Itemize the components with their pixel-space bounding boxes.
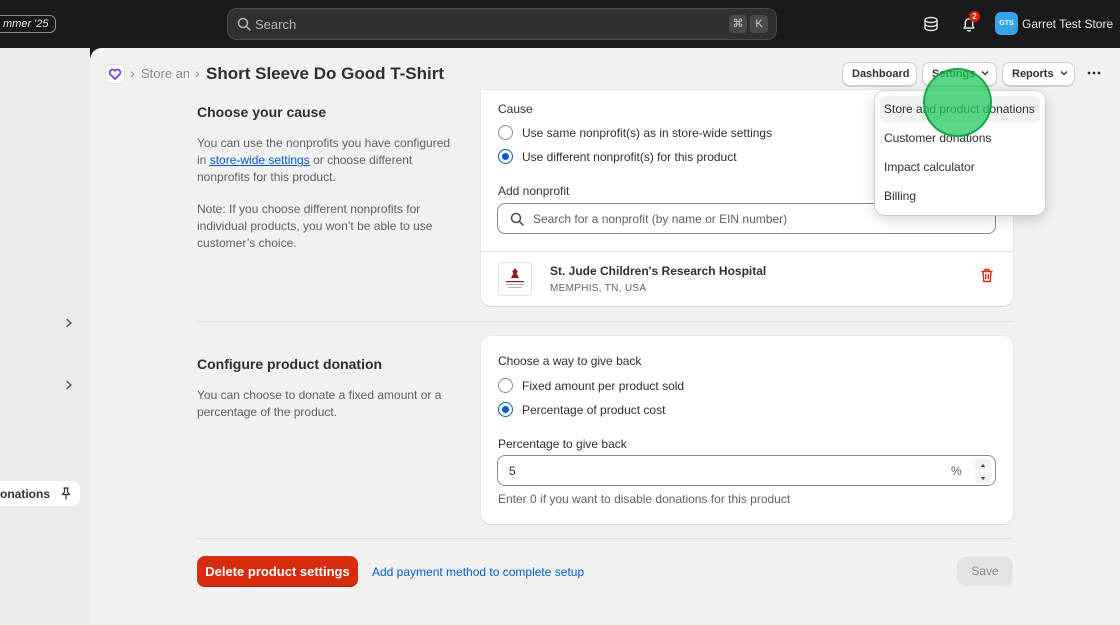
section-divider — [197, 538, 1013, 539]
breadcrumb-separator: › — [130, 65, 135, 81]
radio-percentage-label[interactable]: Percentage of product cost — [522, 403, 665, 417]
shortcut-cmd-key: ⌘ — [729, 15, 747, 33]
cause-label: Cause — [498, 102, 533, 116]
delete-trash-icon[interactable] — [980, 268, 994, 283]
menu-item-billing[interactable]: Billing — [880, 183, 1040, 209]
chevron-down-icon — [1060, 71, 1068, 76]
radio-same-nonprofits-label[interactable]: Use same nonprofit(s) as in store-wide s… — [522, 126, 772, 140]
percentage-value: 5 — [509, 464, 516, 478]
percentage-label: Percentage to give back — [498, 437, 627, 451]
reports-button[interactable]: Reports — [1002, 62, 1075, 86]
search-placeholder: Search — [255, 17, 297, 32]
menu-item-store-product-donations[interactable]: Store and product donations — [880, 96, 1040, 122]
left-navigation: onations — [0, 48, 90, 625]
radio-fixed-amount-label[interactable]: Fixed amount per product sold — [522, 379, 684, 393]
donation-section-title: Configure product donation — [197, 356, 383, 372]
page-title: Short Sleeve Do Good T-Shirt — [206, 64, 445, 83]
st-jude-logo-icon — [506, 268, 524, 288]
reports-button-label: Reports — [1012, 68, 1054, 80]
notification-count-badge: 2 — [969, 11, 980, 22]
settings-button-label: Settings — [932, 68, 976, 80]
percentage-input[interactable]: 5 % — [497, 455, 996, 486]
delete-product-settings-button[interactable]: Delete product settings — [197, 556, 358, 587]
cause-section-description: You can use the nonprofits you have conf… — [197, 135, 457, 186]
give-back-label: Choose a way to give back — [498, 354, 642, 368]
chevron-right-icon[interactable] — [64, 318, 74, 328]
donation-card: Choose a way to give back Fixed amount p… — [481, 336, 1013, 524]
stepper-up[interactable] — [975, 459, 991, 470]
section-divider — [197, 321, 1013, 322]
store-name[interactable]: Garret Test Store — [1022, 17, 1113, 31]
nonprofit-name: St. Jude Children's Research Hospital — [550, 264, 767, 278]
cause-section-note: Note: If you choose different nonprofits… — [197, 202, 433, 250]
radio-fixed-amount[interactable] — [498, 378, 513, 393]
donation-section-description: You can choose to donate a fixed amount … — [197, 388, 442, 419]
card-divider — [481, 251, 1013, 252]
dashboard-button-label: Dashboard — [852, 68, 910, 80]
menu-item-customer-donations[interactable]: Customer donations — [880, 125, 1040, 151]
store-wide-settings-link[interactable]: store-wide settings — [210, 153, 310, 167]
app-logo[interactable] — [105, 64, 125, 84]
search-icon — [510, 212, 524, 226]
settings-dropdown-menu: Store and product donations Customer don… — [875, 91, 1045, 215]
nonprofit-search-placeholder: Search for a nonprofit (by name or EIN n… — [533, 212, 788, 226]
nav-item-donations[interactable]: onations — [0, 481, 80, 506]
nonprofit-location: MEMPHIS, TN, USA — [550, 283, 647, 294]
store-icon[interactable] — [922, 15, 940, 33]
store-avatar[interactable]: GTS — [995, 12, 1018, 35]
top-bar: mmer '25 Search ⌘ K 2 GTS Garret Test St… — [0, 0, 1120, 48]
percentage-help-text: Enter 0 if you want to disable donations… — [498, 492, 791, 506]
dashboard-button[interactable]: Dashboard — [842, 62, 917, 86]
radio-different-nonprofits-label[interactable]: Use different nonprofit(s) for this prod… — [522, 150, 737, 164]
caret-up-icon — [980, 464, 986, 467]
chevron-right-icon[interactable] — [64, 380, 74, 390]
nav-item-label: onations — [0, 487, 50, 501]
chevron-down-icon — [982, 71, 989, 76]
add-nonprofit-label: Add nonprofit — [498, 184, 570, 198]
percentage-suffix: % — [951, 464, 962, 478]
radio-same-nonprofits[interactable] — [498, 125, 513, 140]
cause-section-title: Choose your cause — [197, 104, 327, 120]
heart-logo-icon — [108, 68, 122, 80]
global-search[interactable]: Search ⌘ K — [227, 8, 777, 40]
search-icon — [237, 17, 251, 31]
edition-badge[interactable]: mmer '25 — [0, 15, 56, 33]
shortcut-k-key: K — [750, 15, 768, 33]
stepper-down[interactable] — [975, 472, 991, 483]
radio-percentage[interactable] — [498, 402, 513, 417]
more-options-icon[interactable] — [1087, 71, 1101, 75]
breadcrumb-separator: › — [195, 65, 200, 81]
pin-icon[interactable] — [60, 487, 72, 500]
save-button[interactable]: Save — [957, 557, 1013, 586]
breadcrumb-store[interactable]: Store an — [141, 66, 189, 81]
settings-button[interactable]: Settings — [922, 62, 997, 86]
add-payment-method-link[interactable]: Add payment method to complete setup — [372, 565, 584, 579]
menu-item-impact-calculator[interactable]: Impact calculator — [880, 154, 1040, 180]
caret-down-icon — [980, 477, 986, 480]
radio-different-nonprofits[interactable] — [498, 149, 513, 164]
nonprofit-logo — [498, 262, 532, 296]
